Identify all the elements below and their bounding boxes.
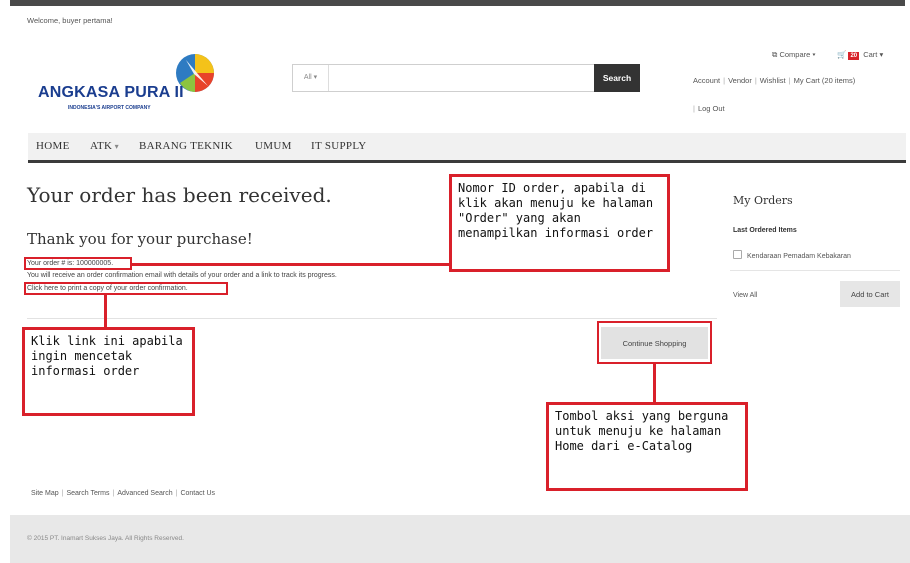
my-orders-title: My Orders [733,194,793,207]
connector-print [104,295,107,329]
wishlist-link[interactable]: Wishlist [760,76,786,85]
chevron-down-icon: ▾ [879,50,884,59]
content-divider [27,318,717,319]
search-bar: All ▾ Search [292,64,640,92]
page-title: Your order has been received. [27,183,332,207]
sidebar-divider [730,270,900,271]
contact-us-link[interactable]: Contact Us [180,490,215,497]
view-all-link[interactable]: View All [733,292,757,299]
order-number-highlight [24,257,132,270]
search-category-select[interactable]: All ▾ [293,65,329,91]
compare-dropdown[interactable]: ⧉ Compare ▾ [772,50,816,60]
header-account-area: ⧉ Compare ▾ 🛒 20 Cart ▾ Account | Vendor | W… [688,50,898,130]
search-input[interactable] [330,67,589,89]
chevron-down-icon: ▾ [812,50,816,59]
copyright-text: © 2015 PT. Inamart Sukses Jaya. All Righ… [27,535,184,542]
logo[interactable]: ANGKASA PURA II INDONESIA'S AIRPORT COMP… [28,48,223,118]
top-dark-bar [10,0,905,6]
last-ordered-heading: Last Ordered Items [733,227,797,234]
main-nav: HOME ATK ▾ BARANG TEKNIK UMUM IT SUPPLY [28,133,906,163]
search-button[interactable]: Search [594,64,640,92]
my-orders-sidebar: My Orders Last Ordered Items Kendaraan P… [730,190,900,310]
connector-order [132,263,450,266]
callout-order-id: Nomor ID order, apabila di klik akan men… [449,174,670,272]
nav-umum[interactable]: UMUM [255,140,292,152]
account-link[interactable]: Account [693,76,720,85]
cart-count-badge: 20 [848,52,860,60]
item-checkbox[interactable] [733,250,742,259]
search-terms-link[interactable]: Search Terms [66,490,109,497]
print-link-highlight [24,282,228,295]
header-links: Account | Vendor | Wishlist | My Cart (20 item… [693,76,856,85]
nav-home[interactable]: HOME [36,140,70,152]
logout-link[interactable]: | Log Out [693,104,725,113]
connector-continue [653,364,656,404]
add-to-cart-button[interactable]: Add to Cart [840,281,900,307]
vendor-link[interactable]: Vendor [728,76,752,85]
cart-dropdown[interactable]: 🛒 20 Cart ▾ [837,50,883,60]
welcome-text: Welcome, buyer pertama! [27,16,113,25]
compare-icon: ⧉ [772,50,778,59]
continue-button-highlight [597,321,712,364]
logo-text: ANGKASA PURA II [38,84,184,101]
site-map-link[interactable]: Site Map [31,490,59,497]
footer-links: Site Map | Search Terms | Advanced Search | Co… [31,490,216,497]
chevron-down-icon: ▾ [313,74,318,81]
nav-atk[interactable]: ATK ▾ [90,140,119,152]
nav-it-supply[interactable]: IT SUPPLY [311,140,367,152]
cart-icon: 🛒 [837,50,847,59]
callout-continue: Tombol aksi yang berguna untuk menuju ke… [546,402,748,491]
thank-you-heading: Thank you for your purchase! [27,230,253,248]
my-cart-link[interactable]: My Cart (20 items) [794,76,856,85]
last-ordered-item[interactable]: Kendaraan Pemadam Kebakaran [733,250,851,260]
email-confirmation-note: You will receive an order confirmation e… [27,272,337,279]
nav-barang-teknik[interactable]: BARANG TEKNIK [139,140,233,152]
advanced-search-link[interactable]: Advanced Search [117,490,172,497]
logo-tagline: INDONESIA'S AIRPORT COMPANY [68,105,151,111]
callout-print: Klik link ini apabila ingin mencetak inf… [22,327,195,416]
